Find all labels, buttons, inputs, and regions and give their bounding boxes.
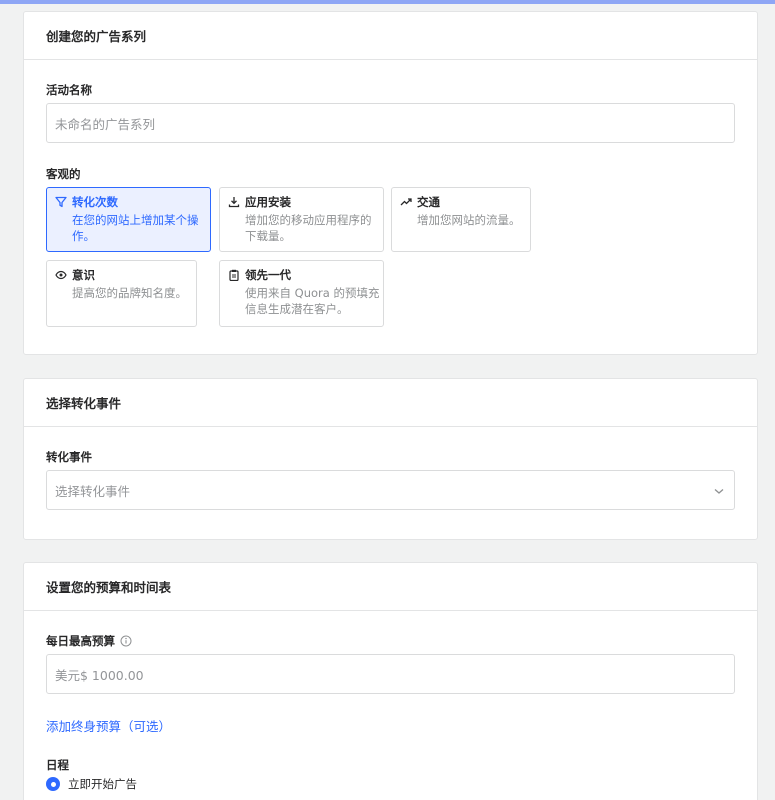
objective-title: 意识 [72,268,95,282]
objective-desc: 增加您的移动应用程序的下载量。 [245,213,372,243]
schedule-option-row[interactable]: 立即开始广告 [46,776,137,792]
info-icon[interactable] [120,635,132,647]
start-now-radio[interactable] [46,777,60,791]
clipboard-icon [229,269,239,281]
daily-budget-input[interactable]: 美元$ 1000.00 [46,654,735,694]
objective-desc: 提高您的品牌知名度。 [72,286,187,300]
objective-title: 领先一代 [245,268,291,282]
objective-traffic[interactable]: 交通 增加您网站的流量。 [391,187,531,252]
filter-icon [55,196,67,208]
conversion-event-card: 选择转化事件 转化事件 选择转化事件 [23,378,758,540]
budget-schedule-card: 设置您的预算和时间表 每日最高预算 美元$ 1000.00 添加终身预算（可选）… [23,562,758,800]
start-now-label: 立即开始广告 [68,777,137,791]
conversion-event-placeholder: 选择转化事件 [55,483,131,499]
campaign-name-label: 活动名称 [46,83,92,97]
objective-conversions[interactable]: 转化次数 在您的网站上增加某个操作。 [46,187,211,252]
eye-icon [55,270,67,280]
daily-budget-placeholder: 美元$ 1000.00 [55,667,144,683]
create-campaign-header: 创建您的广告系列 [24,12,757,60]
top-accent-bar [0,0,775,4]
create-campaign-card: 创建您的广告系列 活动名称 未命名的广告系列 客观的 转化次数 在您的网站上增加… [23,11,758,355]
chevron-down-icon [714,489,724,494]
conversion-event-header: 选择转化事件 [24,379,757,427]
daily-budget-label-row: 每日最高预算 [46,633,132,649]
trending-up-icon [400,198,412,206]
daily-budget-label: 每日最高预算 [46,634,115,648]
download-icon [228,197,240,208]
add-lifetime-budget-link[interactable]: 添加终身预算（可选） [46,716,171,735]
objective-label: 客观的 [46,167,81,181]
objective-title: 应用安装 [245,195,291,209]
objective-lead-gen[interactable]: 领先一代 使用来自 Quora 的预填充信息生成潜在客户。 [219,260,384,327]
conversion-event-select[interactable]: 选择转化事件 [46,470,735,510]
objective-desc: 在您的网站上增加某个操作。 [72,213,199,243]
budget-schedule-header: 设置您的预算和时间表 [24,563,757,611]
objective-desc: 使用来自 Quora 的预填充信息生成潜在客户。 [245,286,380,316]
objective-app-installs[interactable]: 应用安装 增加您的移动应用程序的下载量。 [219,187,384,252]
schedule-label: 日程 [46,758,69,772]
campaign-name-placeholder: 未命名的广告系列 [55,116,156,132]
objective-title: 交通 [417,195,440,209]
objective-title: 转化次数 [72,195,118,209]
objective-desc: 增加您网站的流量。 [417,213,521,227]
conversion-event-label: 转化事件 [46,450,92,464]
campaign-name-input[interactable]: 未命名的广告系列 [46,103,735,143]
objective-awareness[interactable]: 意识 提高您的品牌知名度。 [46,260,197,327]
